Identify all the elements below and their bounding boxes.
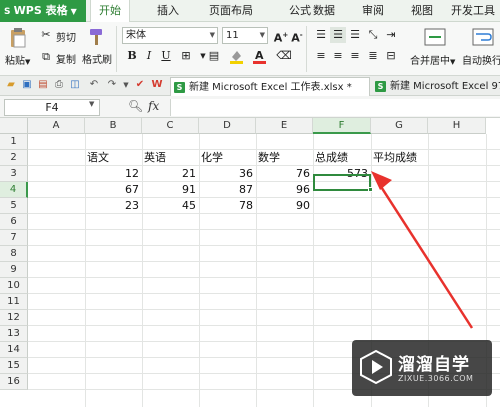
watermark-url: ZIXUE.3066.COM (398, 374, 474, 383)
watermark-play-logo-icon (359, 349, 393, 385)
watermark-title: 溜溜自学 (398, 355, 470, 375)
